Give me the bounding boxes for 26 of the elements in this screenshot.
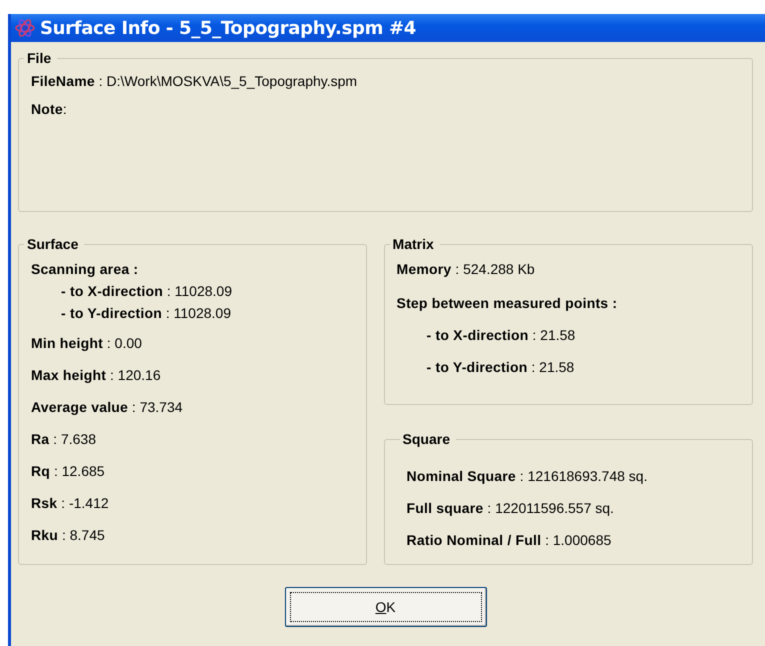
group-title: Surface	[26, 236, 80, 252]
info-text: FileName : D:\Work\MOSKVA\5_5_Topography.spm	[31, 72, 358, 90]
info-text: Min height : 0.00	[31, 334, 143, 352]
info-text: Ratio Nominal / Full : 1.000685	[406, 531, 612, 549]
info-text: Nominal Square : 121618693.748 sq.	[406, 467, 648, 485]
ok-button[interactable]: OK	[284, 587, 486, 627]
info-text: - to Y-direction : 21.58	[426, 358, 576, 376]
group-title: File	[26, 50, 52, 66]
info-text: - to X-direction : 11028.09	[60, 282, 234, 300]
info-text: Rku : 8.745	[31, 526, 106, 544]
info-text: Rsk : -1.412	[31, 494, 110, 512]
info-text: Note:	[31, 100, 68, 118]
info-text: Scanning area :	[31, 260, 140, 278]
info-text: - to Y-direction : 11028.09	[60, 304, 232, 322]
window-title: Surface Info - 5_5_Topography.spm #4	[40, 18, 416, 38]
info-text: Memory : 524.288 Kb	[396, 260, 536, 278]
info-text: - to X-direction : 21.58	[426, 326, 576, 344]
info-text: Ra : 7.638	[31, 430, 97, 448]
info-text: Step between measured points :	[396, 294, 618, 312]
group-title: Matrix	[392, 236, 435, 252]
info-text: Full square : 122011596.557 sq.	[406, 499, 615, 517]
info-text: Max height : 120.16	[31, 366, 162, 384]
atom-icon	[15, 18, 35, 38]
info-text: Rq : 12.685	[31, 462, 106, 480]
group-title: Square	[402, 431, 451, 447]
info-text: Average value : 73.734	[31, 398, 184, 416]
